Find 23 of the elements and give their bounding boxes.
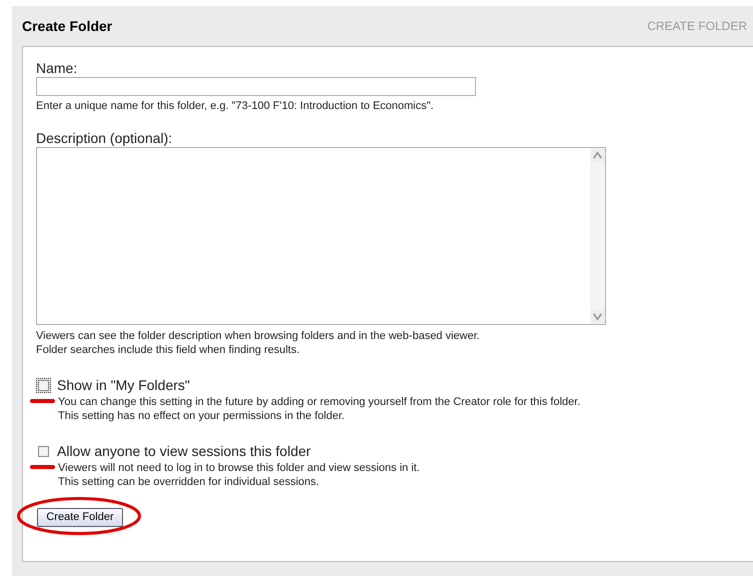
breadcrumb: CREATE FOLDER — [647, 19, 747, 33]
field-label: Description (optional): — [36, 129, 174, 147]
scroll-down-icon[interactable] — [591, 310, 604, 323]
checkbox-label[interactable]: Show in "My Folders" — [57, 377, 190, 393]
field-hint: Enter a unique name for this folder, e.g. "73-100 F'10: Introduction to Economics". — [36, 99, 435, 113]
checkbox[interactable] — [36, 378, 51, 392]
description-field[interactable] — [36, 147, 606, 325]
option-note: You can change this setting in the future by adding or removing yourself from the Creator role for this folder. — [58, 395, 582, 409]
field-hint: Folder searches include this field when finding results. — [36, 343, 301, 357]
field-hint: Viewers can see the folder description when browsing folders and in the web-based viewer. — [36, 329, 481, 343]
option-note: This setting can be overridden for individual sessions. — [58, 475, 320, 489]
field-label: Name: — [36, 59, 78, 77]
checkbox[interactable] — [36, 444, 51, 458]
annotation-mark — [30, 465, 55, 469]
page-title: Create Folder — [22, 18, 112, 34]
option-note: Viewers will not need to log in to browse this folder and view sessions in it. — [58, 461, 421, 475]
name-field[interactable] — [36, 77, 476, 96]
checkbox-label[interactable]: Allow anyone to view sessions this folder — [57, 443, 311, 459]
option-note: This setting has no effect on your permissions in the folder. — [58, 409, 346, 423]
annotation-mark — [30, 399, 55, 403]
create-folder-button[interactable]: Create Folder — [37, 508, 123, 526]
scrollbar[interactable] — [590, 148, 605, 324]
scroll-up-icon[interactable] — [591, 149, 604, 162]
